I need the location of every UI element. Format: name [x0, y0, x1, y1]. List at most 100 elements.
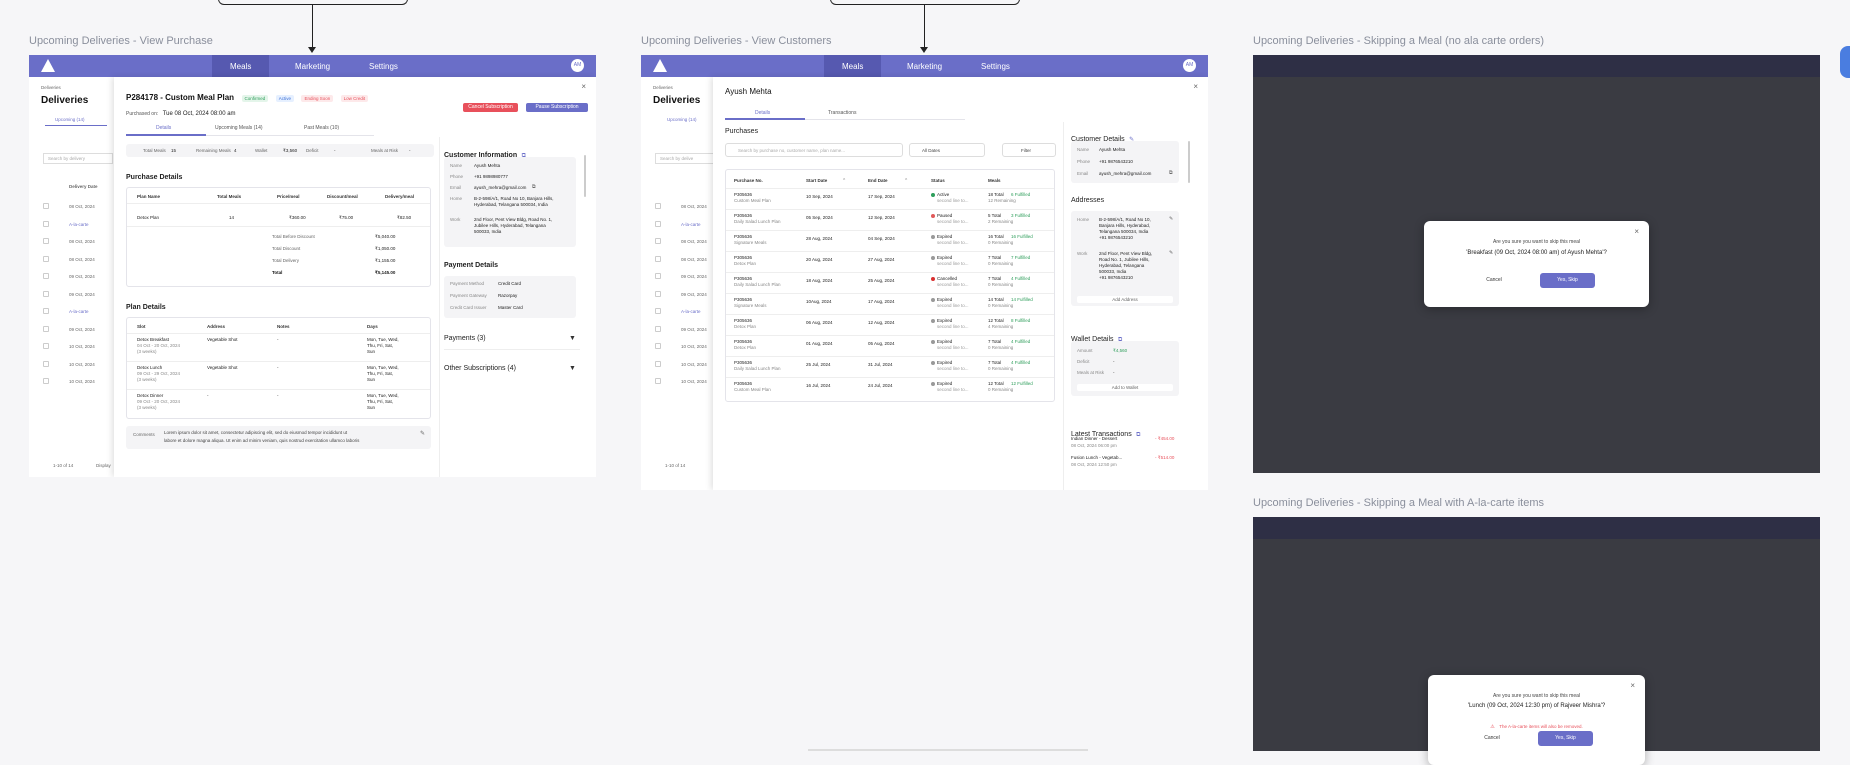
- close-icon[interactable]: ×: [1630, 681, 1635, 690]
- nav-settings[interactable]: Settings: [369, 62, 398, 71]
- delivery-date-row[interactable]: A-la-carte: [681, 309, 701, 314]
- row-checkbox[interactable]: [655, 378, 661, 384]
- close-icon[interactable]: ×: [1634, 227, 1639, 236]
- tab-past-meals[interactable]: Past Meals (10): [304, 125, 339, 131]
- row-checkbox[interactable]: [655, 203, 661, 209]
- cancel-button[interactable]: Cancel: [1476, 731, 1508, 745]
- delivery-date-row[interactable]: 10 Oct, 2024: [69, 344, 95, 349]
- tab-details[interactable]: Details: [755, 110, 770, 116]
- purchase-no[interactable]: P305636: [734, 213, 752, 218]
- sort-icon[interactable]: ⌃: [904, 178, 908, 184]
- delivery-date-row[interactable]: A-la-carte: [69, 222, 89, 227]
- breadcrumb[interactable]: Deliveries: [41, 85, 61, 90]
- delivery-date-row[interactable]: 08 Oct, 2024: [69, 257, 95, 262]
- tab-details[interactable]: Details: [156, 125, 171, 131]
- filter-button[interactable]: Filter: [1002, 143, 1056, 157]
- purchase-no[interactable]: P305636: [734, 255, 752, 260]
- copy-icon[interactable]: ⧉: [532, 184, 536, 190]
- nav-marketing[interactable]: Marketing: [907, 62, 942, 71]
- delivery-date-row[interactable]: 10 Oct, 2024: [681, 362, 707, 367]
- yes-skip-button[interactable]: Yes, Skip: [1538, 731, 1593, 746]
- delivery-date-row[interactable]: 10 Oct, 2024: [681, 344, 707, 349]
- delivery-date-row[interactable]: A-la-carte: [69, 309, 89, 314]
- delivery-date-row[interactable]: 09 Oct, 2024: [69, 274, 95, 279]
- nav-settings[interactable]: Settings: [981, 62, 1010, 71]
- avatar[interactable]: AM: [1183, 59, 1196, 72]
- add-address-button[interactable]: Add Address: [1077, 296, 1173, 303]
- row-checkbox[interactable]: [43, 255, 49, 262]
- edit-icon[interactable]: ✎: [1169, 216, 1173, 222]
- nav-meals[interactable]: Meals: [824, 55, 882, 77]
- delivery-date-row[interactable]: 08 Oct, 2024: [681, 204, 707, 209]
- delivery-date-row[interactable]: 08 Oct, 2024: [69, 239, 95, 244]
- delivery-date-row[interactable]: 09 Oct, 2024: [69, 292, 95, 297]
- row-checkbox[interactable]: [655, 290, 661, 297]
- search-input[interactable]: Search by delivery: [43, 153, 113, 164]
- nav-marketing[interactable]: Marketing: [295, 62, 330, 71]
- cancel-subscription-button[interactable]: Cancel Subscription: [463, 103, 518, 112]
- row-checkbox[interactable]: [43, 290, 49, 297]
- close-icon[interactable]: ×: [1193, 82, 1198, 91]
- transaction-name[interactable]: Indian Dinner - Dessert: [1071, 436, 1117, 441]
- row-checkbox[interactable]: [655, 238, 661, 244]
- breadcrumb[interactable]: Deliveries: [653, 85, 673, 90]
- delivery-date-row[interactable]: 10 Oct, 2024: [69, 379, 95, 384]
- delivery-date-row[interactable]: 09 Oct, 2024: [69, 327, 95, 332]
- purchase-no[interactable]: P305636: [734, 360, 752, 365]
- purchase-no[interactable]: P305636: [734, 297, 752, 302]
- row-checkbox[interactable]: [43, 343, 49, 349]
- tab-upcoming[interactable]: Upcoming (14): [667, 117, 697, 122]
- avatar[interactable]: AM: [571, 59, 584, 72]
- row-checkbox[interactable]: [43, 238, 49, 244]
- sort-icon[interactable]: ⌃: [842, 178, 846, 184]
- row-checkbox[interactable]: [655, 255, 661, 262]
- purchase-no[interactable]: P305636: [734, 234, 752, 239]
- row-checkbox[interactable]: [655, 343, 661, 349]
- nav-meals[interactable]: Meals: [212, 55, 270, 77]
- purchase-no[interactable]: P305636: [734, 276, 752, 281]
- row-checkbox[interactable]: [655, 325, 661, 332]
- edit-icon[interactable]: ✎: [1169, 250, 1173, 256]
- row-checkbox[interactable]: [43, 273, 49, 279]
- copy-icon[interactable]: ⧉: [1169, 170, 1173, 176]
- row-checkbox[interactable]: [43, 378, 49, 384]
- row-checkbox[interactable]: [655, 273, 661, 279]
- yes-skip-button[interactable]: Yes, Skip: [1540, 273, 1595, 288]
- edge-button[interactable]: [1840, 46, 1850, 78]
- row-checkbox[interactable]: [655, 360, 661, 367]
- delivery-date-row[interactable]: 10 Oct, 2024: [69, 362, 95, 367]
- purchase-search-input[interactable]: Search by purchase no, customer name, pl…: [725, 143, 903, 157]
- chevron-down-icon[interactable]: ▼: [569, 365, 576, 372]
- payments-accordion[interactable]: Payments (3): [444, 335, 486, 342]
- purchase-no[interactable]: P305636: [734, 318, 752, 323]
- row-checkbox[interactable]: [655, 220, 661, 227]
- all-dates-select[interactable]: All Dates: [909, 143, 985, 157]
- close-icon[interactable]: ×: [581, 82, 586, 91]
- tab-upcoming[interactable]: Upcoming (14): [55, 117, 85, 122]
- row-checkbox[interactable]: [655, 308, 661, 314]
- pause-subscription-button[interactable]: Pause Subscription: [526, 103, 588, 112]
- delivery-date-row[interactable]: 08 Oct, 2024: [69, 204, 95, 209]
- delivery-date-row[interactable]: 10 Oct, 2024: [681, 379, 707, 384]
- panel-scrollbar[interactable]: [1188, 141, 1190, 183]
- panel-scrollbar[interactable]: [584, 155, 586, 197]
- cancel-button[interactable]: Cancel: [1478, 273, 1510, 287]
- delivery-date-row[interactable]: 09 Oct, 2024: [681, 292, 707, 297]
- tab-transactions[interactable]: Transactions: [828, 110, 856, 116]
- transaction-name[interactable]: Fusion Lunch - Vegetab...: [1071, 455, 1122, 460]
- external-link-icon[interactable]: ⧉: [1136, 432, 1140, 438]
- row-checkbox[interactable]: [43, 203, 49, 209]
- delivery-date-row[interactable]: 08 Oct, 2024: [681, 239, 707, 244]
- row-checkbox[interactable]: [43, 360, 49, 367]
- tab-upcoming-meals[interactable]: Upcoming Meals (14): [215, 125, 263, 131]
- add-to-wallet-button[interactable]: Add to Wallet: [1077, 384, 1173, 391]
- row-checkbox[interactable]: [43, 220, 49, 227]
- delivery-date-row[interactable]: 09 Oct, 2024: [681, 327, 707, 332]
- purchase-no[interactable]: P305636: [734, 381, 752, 386]
- chevron-down-icon[interactable]: ▼: [569, 335, 576, 342]
- edit-comments-icon[interactable]: ✎: [420, 430, 425, 437]
- other-subscriptions-accordion[interactable]: Other Subscriptions (4): [444, 365, 516, 372]
- search-input[interactable]: Search by delive: [655, 153, 715, 164]
- delivery-date-row[interactable]: 09 Oct, 2024: [681, 274, 707, 279]
- row-checkbox[interactable]: [43, 308, 49, 314]
